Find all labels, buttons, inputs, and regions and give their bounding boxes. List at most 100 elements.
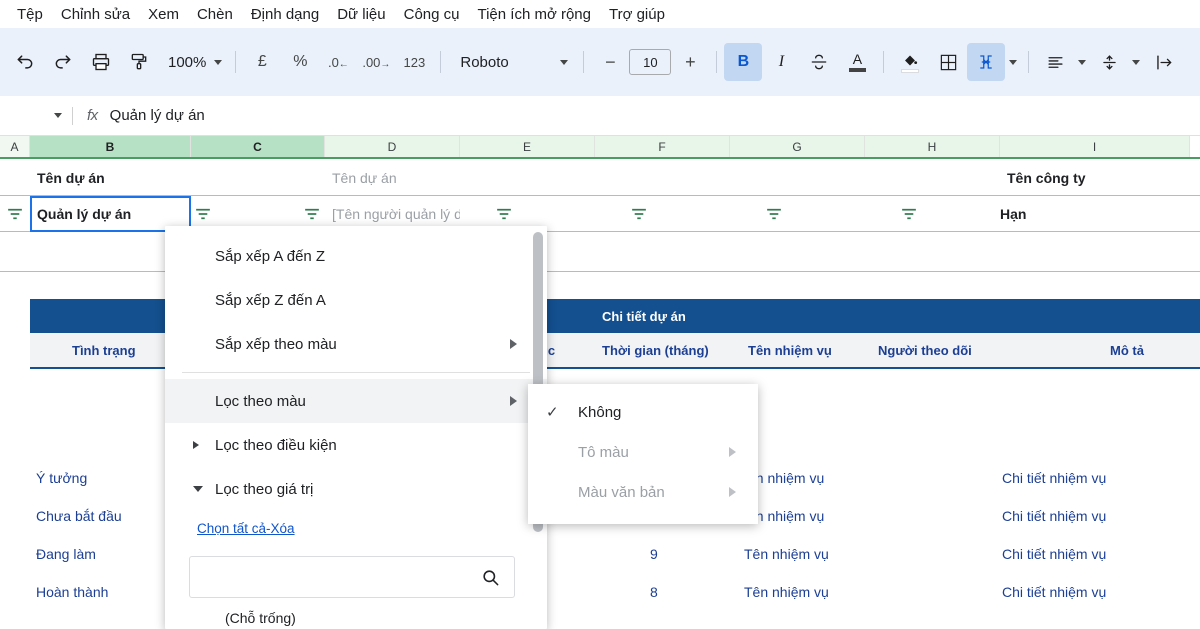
filter-value-blank[interactable]: (Chỗ trống): [165, 598, 547, 626]
borders-button[interactable]: [929, 43, 967, 81]
column-header-f[interactable]: F: [595, 136, 730, 157]
cell-a1[interactable]: [0, 159, 30, 196]
cell-h1[interactable]: [865, 159, 1000, 196]
menu-sort-by-color[interactable]: Sắp xếp theo màu: [165, 322, 547, 366]
column-header-g[interactable]: G: [730, 136, 865, 157]
filter-button-a[interactable]: [0, 196, 30, 232]
filter-button-f[interactable]: [595, 196, 730, 232]
cell-task[interactable]: ên nhiệm vụ: [748, 461, 824, 494]
cell-desc[interactable]: Chi tiết nhiệm vụ: [1002, 537, 1106, 570]
cell-task[interactable]: ên nhiệm vụ: [748, 499, 824, 532]
clear-link[interactable]: Xóa: [271, 521, 295, 536]
cell-b1[interactable]: Tên dự án: [30, 159, 191, 196]
cell-f1[interactable]: [595, 159, 730, 196]
horizontal-align-dropdown[interactable]: [1074, 43, 1090, 81]
menu-item-edit[interactable]: Chỉnh sửa: [52, 3, 139, 26]
percent-format-button[interactable]: %: [281, 43, 319, 81]
increase-font-size-button[interactable]: +: [671, 43, 709, 81]
decrease-decimal-icon: .0←: [327, 54, 349, 70]
menu-item-tools[interactable]: Công cụ: [395, 3, 469, 26]
vertical-align-button[interactable]: [1090, 43, 1128, 81]
font-family-selector[interactable]: Roboto: [448, 46, 576, 78]
print-button[interactable]: [82, 43, 120, 81]
menu-item-file[interactable]: Tệp: [8, 3, 52, 26]
cell-status[interactable]: Đang làm: [36, 537, 96, 570]
font-size-input[interactable]: 10: [629, 49, 672, 75]
strikethrough-icon: [812, 54, 827, 70]
decrease-font-size-button[interactable]: −: [591, 43, 629, 81]
cell-c1[interactable]: [191, 159, 325, 196]
cell-status[interactable]: Ý tưởng: [36, 461, 87, 494]
menu-filter-by-color[interactable]: Lọc theo màu: [165, 379, 547, 423]
merge-cells-button[interactable]: [967, 43, 1006, 81]
menu-filter-by-value[interactable]: Lọc theo giá trị: [165, 467, 547, 511]
column-header-b[interactable]: B: [30, 136, 191, 157]
cell-g1[interactable]: [730, 159, 865, 196]
cell-e1[interactable]: [460, 159, 595, 196]
column-header-e[interactable]: E: [460, 136, 595, 157]
zoom-control[interactable]: 100%: [158, 46, 228, 78]
currency-format-button[interactable]: £: [243, 43, 281, 81]
merge-cells-dropdown[interactable]: [1005, 43, 1021, 81]
number-format-button[interactable]: 123: [395, 43, 433, 81]
filter-button-h[interactable]: [865, 196, 1000, 232]
submenu-label: Tô màu: [578, 443, 629, 461]
menu-sort-a-to-z[interactable]: Sắp xếp A đến Z: [165, 234, 547, 278]
menu-item-format[interactable]: Định dạng: [242, 3, 328, 26]
cell-i1[interactable]: Tên công ty: [1000, 159, 1190, 196]
text-color-button[interactable]: A: [838, 43, 876, 81]
bold-button[interactable]: B: [724, 43, 763, 81]
menu-sort-z-to-a[interactable]: Sắp xếp Z đến A: [165, 278, 547, 322]
filter-button-b[interactable]: [195, 208, 211, 220]
column-header-c[interactable]: C: [191, 136, 325, 157]
menu-item-insert[interactable]: Chèn: [188, 3, 242, 26]
increase-decimal-button[interactable]: .00→: [357, 43, 395, 81]
table-header-status: Tình trạng: [72, 342, 136, 358]
cell-duration[interactable]: 9: [650, 537, 658, 570]
submenu-fill-color: Tô màu: [528, 432, 758, 472]
chevron-down-icon: [214, 59, 223, 65]
horizontal-align-button[interactable]: [1036, 43, 1074, 81]
font-size-value: 10: [643, 54, 658, 70]
submenu-none[interactable]: ✓ Không: [528, 392, 758, 432]
column-header-h[interactable]: H: [865, 136, 1000, 157]
vertical-align-dropdown[interactable]: [1128, 43, 1144, 81]
menu-item-help[interactable]: Trợ giúp: [600, 3, 674, 26]
menu-label: Sắp xếp A đến Z: [215, 247, 326, 265]
menu-item-data[interactable]: Dữ liệu: [328, 3, 394, 26]
column-header-a[interactable]: A: [0, 136, 30, 157]
cell-status[interactable]: Hoàn thành: [36, 575, 108, 608]
column-header-d[interactable]: D: [325, 136, 460, 157]
undo-button[interactable]: [6, 43, 44, 81]
select-all-link[interactable]: Chọn tất cả: [197, 521, 266, 536]
cell-i2[interactable]: Hạn: [1000, 196, 1190, 232]
filter-button-g[interactable]: [730, 196, 865, 232]
strikethrough-button[interactable]: [800, 43, 838, 81]
italic-button[interactable]: I: [762, 43, 800, 81]
cell-desc[interactable]: Chi tiết nhiệm vụ: [1002, 575, 1106, 608]
cell-desc[interactable]: Chi tiết nhiệm vụ: [1002, 499, 1106, 532]
paint-format-button[interactable]: [120, 43, 158, 81]
cell-task[interactable]: Tên nhiệm vụ: [744, 575, 829, 608]
vertical-align-icon: [1103, 54, 1116, 70]
filter-search-input[interactable]: [189, 556, 515, 598]
redo-button[interactable]: [44, 43, 82, 81]
italic-icon: I: [778, 53, 785, 70]
menu-item-extensions[interactable]: Tiện ích mở rộng: [468, 3, 600, 26]
filter-icon: [497, 208, 511, 220]
cell-task[interactable]: Tên nhiệm vụ: [744, 537, 829, 570]
cell-desc[interactable]: Chi tiết nhiệm vụ: [1002, 461, 1106, 494]
cell-status[interactable]: Chưa bắt đầu: [36, 499, 122, 532]
menu-filter-by-condition[interactable]: Lọc theo điều kiện: [165, 423, 547, 467]
filter-button-c[interactable]: [304, 208, 320, 220]
fill-color-button[interactable]: [891, 43, 929, 81]
menu-item-view[interactable]: Xem: [139, 3, 188, 26]
text-wrap-button[interactable]: [1144, 43, 1182, 81]
column-header-i[interactable]: I: [1000, 136, 1190, 157]
cell-d1[interactable]: Tên dự án: [325, 159, 460, 196]
search-icon: [483, 569, 499, 585]
formula-input[interactable]: Quản lý dự án: [110, 107, 205, 124]
cell-duration[interactable]: 8: [650, 575, 658, 608]
name-box[interactable]: [0, 113, 72, 118]
decrease-decimal-button[interactable]: .0←: [319, 43, 357, 81]
